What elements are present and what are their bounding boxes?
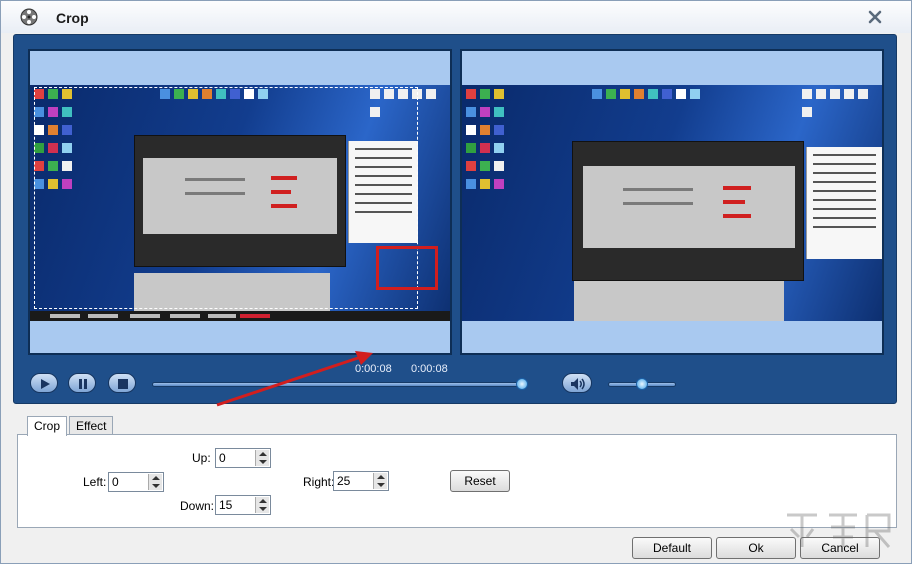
video-player-panel: 0:00:08 0:00:08: [13, 34, 897, 404]
tab-crop[interactable]: Crop: [27, 416, 68, 436]
total-time: 0:00:08: [411, 363, 448, 375]
volume-button[interactable]: [562, 373, 592, 393]
annotation-arrow: [216, 351, 373, 407]
right-value: 25: [337, 474, 351, 488]
app-dialog-thumbnail-cropped: [572, 141, 804, 281]
film-reel-icon: [20, 8, 38, 26]
right-label: Right:: [303, 475, 335, 489]
cropped-preview: [460, 49, 884, 355]
left-value: 0: [112, 475, 119, 489]
down-stepper[interactable]: 15: [215, 495, 271, 515]
down-value: 15: [219, 498, 233, 512]
right-stepper[interactable]: 25: [333, 471, 389, 491]
crop-dialog: Crop 0:00:08 0:00:08 Crop Effect Up: 0 L…: [0, 0, 912, 564]
crop-settings-panel: Up: 0 Left: 0 Right: 25 Reset Down: 15: [17, 434, 897, 528]
left-label: Left:: [83, 475, 107, 489]
stop-icon: [118, 379, 128, 389]
right-spin-arrows[interactable]: [373, 473, 387, 489]
up-value: 0: [219, 451, 226, 465]
default-button[interactable]: Default: [632, 537, 712, 559]
title-bar: Crop: [1, 1, 911, 33]
down-label: Down:: [180, 499, 215, 513]
left-stepper[interactable]: 0: [108, 472, 164, 492]
cropped-video-frame: [462, 85, 882, 321]
pause-button[interactable]: [68, 373, 96, 393]
seek-handle[interactable]: [516, 378, 528, 390]
pause-icon: [79, 379, 87, 389]
down-spin-arrows[interactable]: [255, 497, 269, 513]
tab-effect[interactable]: Effect: [69, 416, 114, 435]
window-title: Crop: [56, 10, 89, 26]
stop-button[interactable]: [108, 373, 136, 393]
left-spin-arrows[interactable]: [148, 474, 162, 490]
crop-corner-highlight: [376, 246, 438, 290]
speaker-icon: [571, 378, 585, 390]
desktop-right-icons-cropped: [802, 89, 882, 129]
up-stepper[interactable]: 0: [215, 448, 271, 468]
play-icon: [41, 379, 50, 389]
desktop-top-icons-cropped: [592, 89, 712, 105]
reset-button[interactable]: Reset: [450, 470, 510, 492]
crop-selection-box[interactable]: [34, 87, 418, 309]
play-button[interactable]: [30, 373, 58, 393]
desktop-icons-cropped: [466, 89, 510, 299]
up-spin-arrows[interactable]: [255, 450, 269, 466]
volume-handle[interactable]: [636, 378, 648, 390]
up-label: Up:: [192, 451, 211, 465]
original-preview[interactable]: [28, 49, 452, 355]
watermark-logo: [787, 513, 891, 548]
taskbar: [30, 311, 450, 321]
document-window-thumbnail-cropped: [806, 147, 882, 259]
close-icon[interactable]: [865, 7, 885, 27]
